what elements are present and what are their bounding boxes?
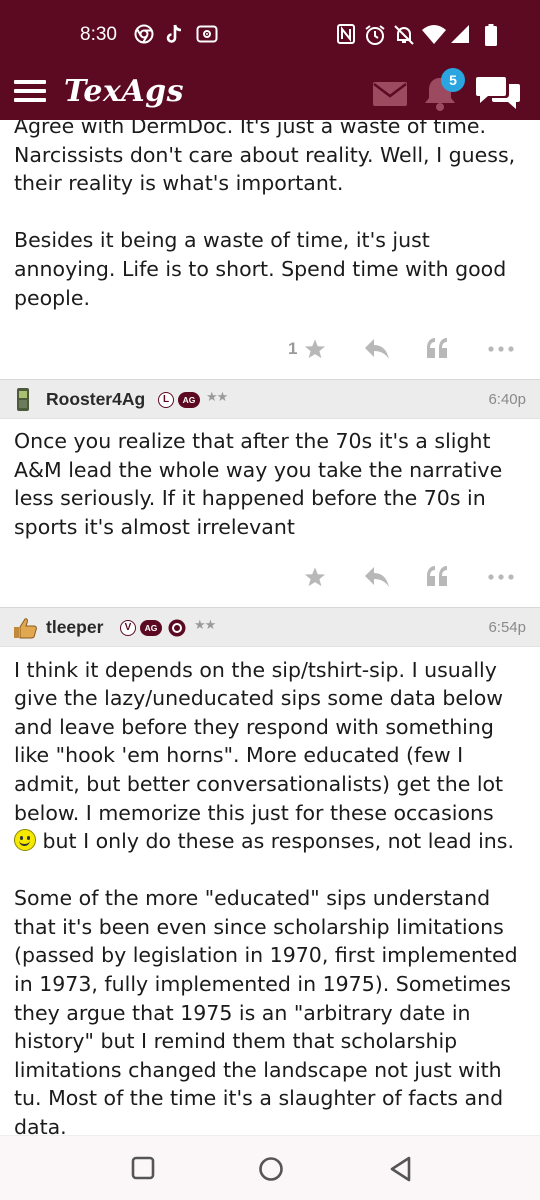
- post-paragraph: I think it depends on the sip/tshirt-sip…: [14, 656, 526, 856]
- badge-v: V: [120, 619, 136, 636]
- badge-ag: AG: [178, 392, 200, 409]
- menu-icon[interactable]: [14, 78, 48, 104]
- status-bar: 8:30: [0, 0, 540, 68]
- chat-icon[interactable]: [476, 74, 522, 112]
- app-bar: TexAgs 5: [0, 68, 540, 120]
- alarm-icon: [365, 25, 385, 45]
- rank-stars: ★★: [206, 390, 228, 406]
- post: tleeper V AG ★★ 6:54p I think it depends…: [0, 606, 540, 1135]
- post-paragraph-tail: but I only do these as responses, not le…: [36, 829, 514, 854]
- post-body: Once you realize that after the 70s it's…: [0, 419, 540, 541]
- status-time: 8:30: [80, 24, 117, 45]
- badge-l: L: [158, 392, 174, 409]
- home-button[interactable]: [258, 1156, 284, 1182]
- texags-logo[interactable]: TexAgs: [64, 74, 184, 109]
- mail-icon[interactable]: [373, 82, 407, 106]
- author-name[interactable]: Rooster4Ag: [46, 389, 145, 410]
- post-paragraph-text: I think it depends on the sip/tshirt-sip…: [14, 657, 504, 825]
- post-header: Rooster4Ag L AG ★★ 6:40p: [0, 379, 540, 420]
- avatar[interactable]: [12, 388, 34, 412]
- back-button[interactable]: [389, 1156, 413, 1182]
- quote-icon[interactable]: [426, 565, 448, 586]
- post-body: I think it depends on the sip/tshirt-sip…: [0, 647, 540, 1135]
- recents-button[interactable]: [131, 1156, 155, 1180]
- battery-icon: [485, 24, 497, 46]
- post-actions: 1: [0, 324, 540, 378]
- star-icon[interactable]: [304, 566, 326, 588]
- star-icon[interactable]: [304, 338, 326, 360]
- mute-icon: [394, 25, 414, 45]
- post-paragraph: Once you realize that after the 70s it's…: [14, 429, 503, 539]
- post-header: tleeper V AG ★★ 6:54p: [0, 606, 540, 647]
- chrome-icon: [134, 24, 154, 44]
- thread-content: Agree with DermDoc. It's just a waste of…: [0, 120, 540, 1135]
- more-icon[interactable]: [488, 346, 514, 352]
- thumbs-up-avatar[interactable]: [12, 616, 38, 640]
- post-time: 6:54p: [488, 618, 526, 636]
- reply-icon[interactable]: [364, 338, 390, 360]
- cast-icon: [196, 25, 218, 43]
- post: Rooster4Ag L AG ★★ 6:40p Once you realiz…: [0, 379, 540, 605]
- more-icon[interactable]: [488, 573, 514, 580]
- reply-icon[interactable]: [364, 566, 390, 588]
- star-count: 1: [288, 339, 298, 359]
- badge-ag: AG: [140, 619, 162, 636]
- post-body: Agree with DermDoc. It's just a waste of…: [0, 120, 540, 312]
- system-nav-bar: [0, 1135, 540, 1200]
- post-actions: [0, 552, 540, 606]
- nfc-icon: [337, 24, 355, 44]
- post-paragraph: Agree with DermDoc. It's just a waste of…: [14, 120, 516, 196]
- team-logo-icon: [168, 619, 186, 637]
- author-name[interactable]: tleeper: [46, 617, 103, 638]
- post: Agree with DermDoc. It's just a waste of…: [0, 120, 540, 378]
- post-time: 6:40p: [488, 391, 526, 409]
- notification-badge[interactable]: 5: [441, 68, 465, 92]
- post-paragraph: Some of the more "educated" sips underst…: [14, 886, 518, 1135]
- tiktok-icon: [166, 24, 182, 43]
- post-paragraph: Besides it being a waste of time, it's j…: [14, 228, 507, 310]
- rank-stars: ★★: [194, 617, 216, 633]
- smiley-icon: [14, 829, 36, 852]
- wifi-icon: [422, 25, 446, 44]
- quote-icon[interactable]: [426, 338, 448, 359]
- signal-icon: [451, 25, 469, 43]
